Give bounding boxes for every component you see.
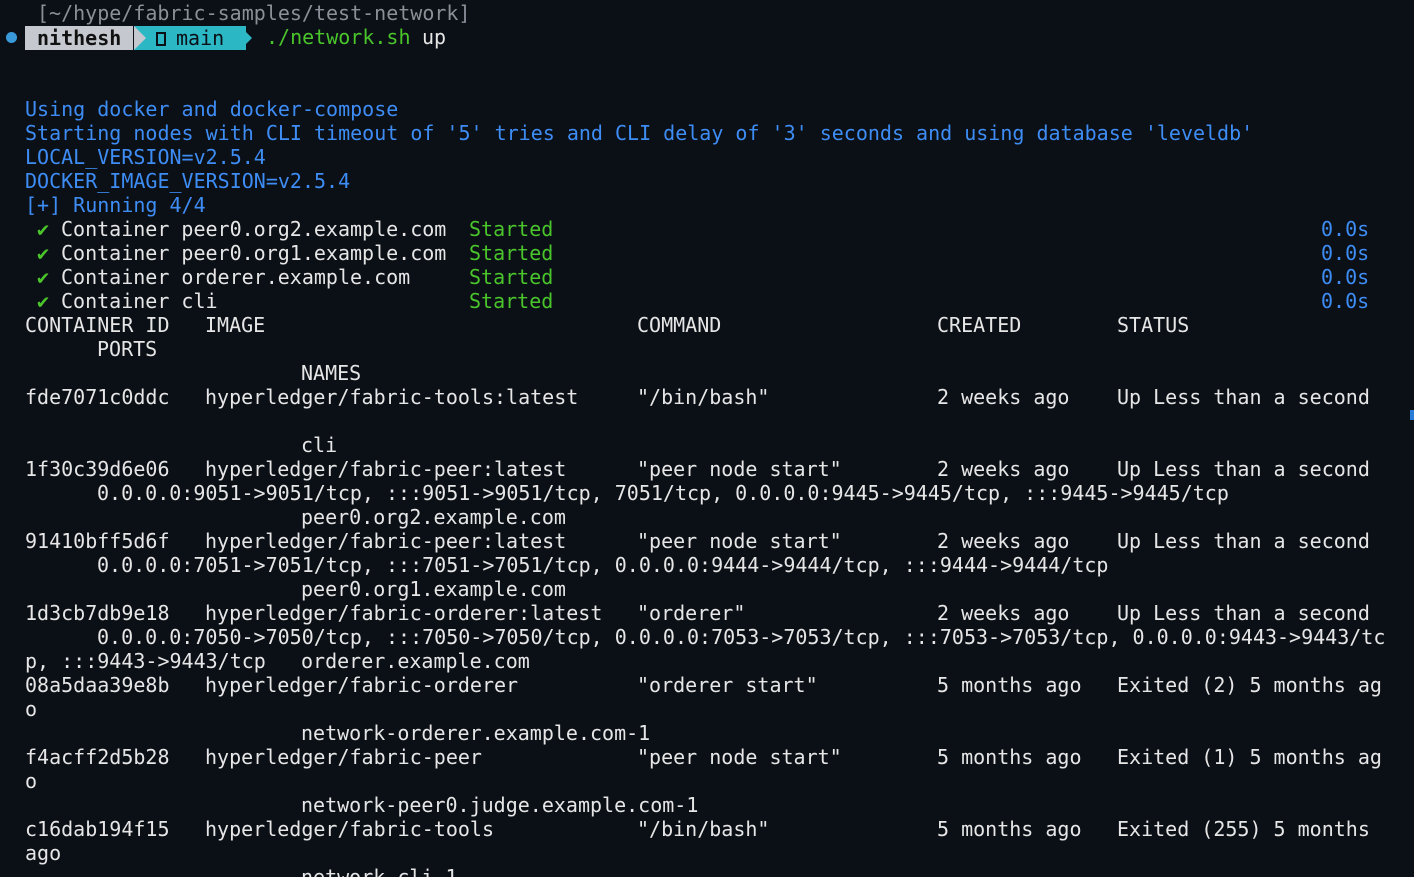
scrollbar[interactable] — [1410, 410, 1414, 420]
row-created: 2 weeks ago — [937, 385, 1070, 409]
row-image: hyperledger/fabric-tools — [205, 817, 494, 841]
row-name: network-cli-1 — [301, 865, 458, 877]
container-status: Started — [469, 289, 554, 313]
row-ports: 0.0.0.0:7050->7050/tcp, :::7050->7050/tc… — [97, 625, 1386, 649]
row-container-id: fde7071c0ddc — [25, 385, 170, 409]
check-icon: ✔ — [37, 217, 50, 241]
header-command: COMMAND — [637, 313, 722, 337]
row-created: 5 months ago — [937, 745, 1082, 769]
row-command: "orderer" — [637, 601, 746, 625]
cwd-path: [~/hype/fabric-samples/test-network] — [37, 1, 471, 25]
row-ports-wrap: p, :::9443->9443/tcp — [25, 649, 266, 673]
row-status: Up Less than a second — [1117, 457, 1370, 481]
container-time: 0.0s — [1321, 289, 1370, 313]
row-created: 2 weeks ago — [937, 457, 1070, 481]
prompt-user-arrow — [134, 26, 146, 50]
container-label: Container peer0.org1.example.com — [61, 241, 447, 265]
row-status-wrap: ago — [25, 841, 62, 865]
container-status: Started — [469, 217, 554, 241]
check-icon: ✔ — [37, 289, 50, 313]
container-label: Container cli — [61, 289, 218, 313]
header-names: NAMES — [301, 361, 362, 385]
row-command: "orderer start" — [637, 673, 818, 697]
row-created: 5 months ago — [937, 673, 1082, 697]
row-name: network-peer0.judge.example.com-1 — [301, 793, 699, 817]
row-image: hyperledger/fabric-orderer:latest — [205, 601, 603, 625]
row-container-id: 1d3cb7db9e18 — [25, 601, 170, 625]
check-icon: ✔ — [37, 241, 50, 265]
row-image: hyperledger/fabric-tools:latest — [205, 385, 579, 409]
row-container-id: 91410bff5d6f — [25, 529, 170, 553]
row-container-id: c16dab194f15 — [25, 817, 170, 841]
row-command: "/bin/bash" — [637, 817, 770, 841]
row-name: orderer.example.com — [301, 649, 530, 673]
prompt-command[interactable]: ./network.sh — [266, 25, 411, 49]
check-icon: ✔ — [37, 265, 50, 289]
row-name: cli — [301, 433, 338, 457]
row-created: 2 weeks ago — [937, 529, 1070, 553]
row-status: Up Less than a second — [1117, 385, 1370, 409]
prompt-status-dot — [6, 32, 17, 43]
row-container-id: 1f30c39d6e06 — [25, 457, 170, 481]
row-ports: 0.0.0.0:9051->9051/tcp, :::9051->9051/tc… — [97, 481, 1229, 505]
row-status: Exited (255) 5 months — [1117, 817, 1370, 841]
prompt-command-arg[interactable]: up — [422, 25, 446, 49]
row-command: "peer node start" — [637, 529, 842, 553]
terminal-window[interactable]: [~/hype/fabric-samples/test-network] nit… — [0, 0, 1414, 877]
info-line: [+] Running 4/4 — [25, 193, 206, 217]
row-container-id: f4acff2d5b28 — [25, 745, 170, 769]
header-container-id: CONTAINER ID — [25, 313, 170, 337]
row-status: Exited (1) 5 months ag — [1117, 745, 1382, 769]
info-line: LOCAL_VERSION=v2.5.4 — [25, 145, 266, 169]
row-image: hyperledger/fabric-peer — [205, 745, 482, 769]
header-image: IMAGE — [205, 313, 266, 337]
container-time: 0.0s — [1321, 265, 1370, 289]
container-time: 0.0s — [1321, 241, 1370, 265]
row-command: "/bin/bash" — [637, 385, 770, 409]
info-line: Starting nodes with CLI timeout of '5' t… — [25, 121, 1254, 145]
row-status-wrap: o — [25, 697, 38, 721]
row-image: hyperledger/fabric-peer:latest — [205, 457, 567, 481]
row-created: 5 months ago — [937, 817, 1082, 841]
header-status: STATUS — [1117, 313, 1190, 337]
info-line: DOCKER_IMAGE_VERSION=v2.5.4 — [25, 169, 351, 193]
row-command: "peer node start" — [637, 457, 842, 481]
row-image: hyperledger/fabric-orderer — [205, 673, 519, 697]
prompt-branch-arrow — [240, 26, 252, 50]
container-status: Started — [469, 241, 554, 265]
row-status-wrap: o — [25, 769, 38, 793]
row-container-id: 08a5daa39e8b — [25, 673, 170, 697]
row-name: network-orderer.example.com-1 — [301, 721, 651, 745]
row-status: Exited (2) 5 months ag — [1117, 673, 1382, 697]
row-ports: 0.0.0.0:7051->7051/tcp, :::7051->7051/tc… — [97, 553, 1109, 577]
row-name: peer0.org1.example.com — [301, 577, 566, 601]
container-label: Container orderer.example.com — [61, 265, 411, 289]
row-image: hyperledger/fabric-peer:latest — [205, 529, 567, 553]
prompt-user-segment: nithesh — [25, 26, 134, 50]
container-status: Started — [469, 265, 554, 289]
git-branch-icon — [156, 32, 166, 46]
header-created: CREATED — [937, 313, 1022, 337]
row-created: 2 weeks ago — [937, 601, 1070, 625]
container-label: Container peer0.org2.example.com — [61, 217, 447, 241]
row-command: "peer node start" — [637, 745, 842, 769]
row-name: peer0.org2.example.com — [301, 505, 566, 529]
header-ports: PORTS — [97, 337, 158, 361]
row-status: Up Less than a second — [1117, 529, 1370, 553]
container-time: 0.0s — [1321, 217, 1370, 241]
prompt-branch-segment: main — [134, 26, 246, 50]
info-line: Using docker and docker-compose — [25, 97, 399, 121]
prompt-branch-name: main — [176, 26, 225, 50]
row-status: Up Less than a second — [1117, 601, 1370, 625]
